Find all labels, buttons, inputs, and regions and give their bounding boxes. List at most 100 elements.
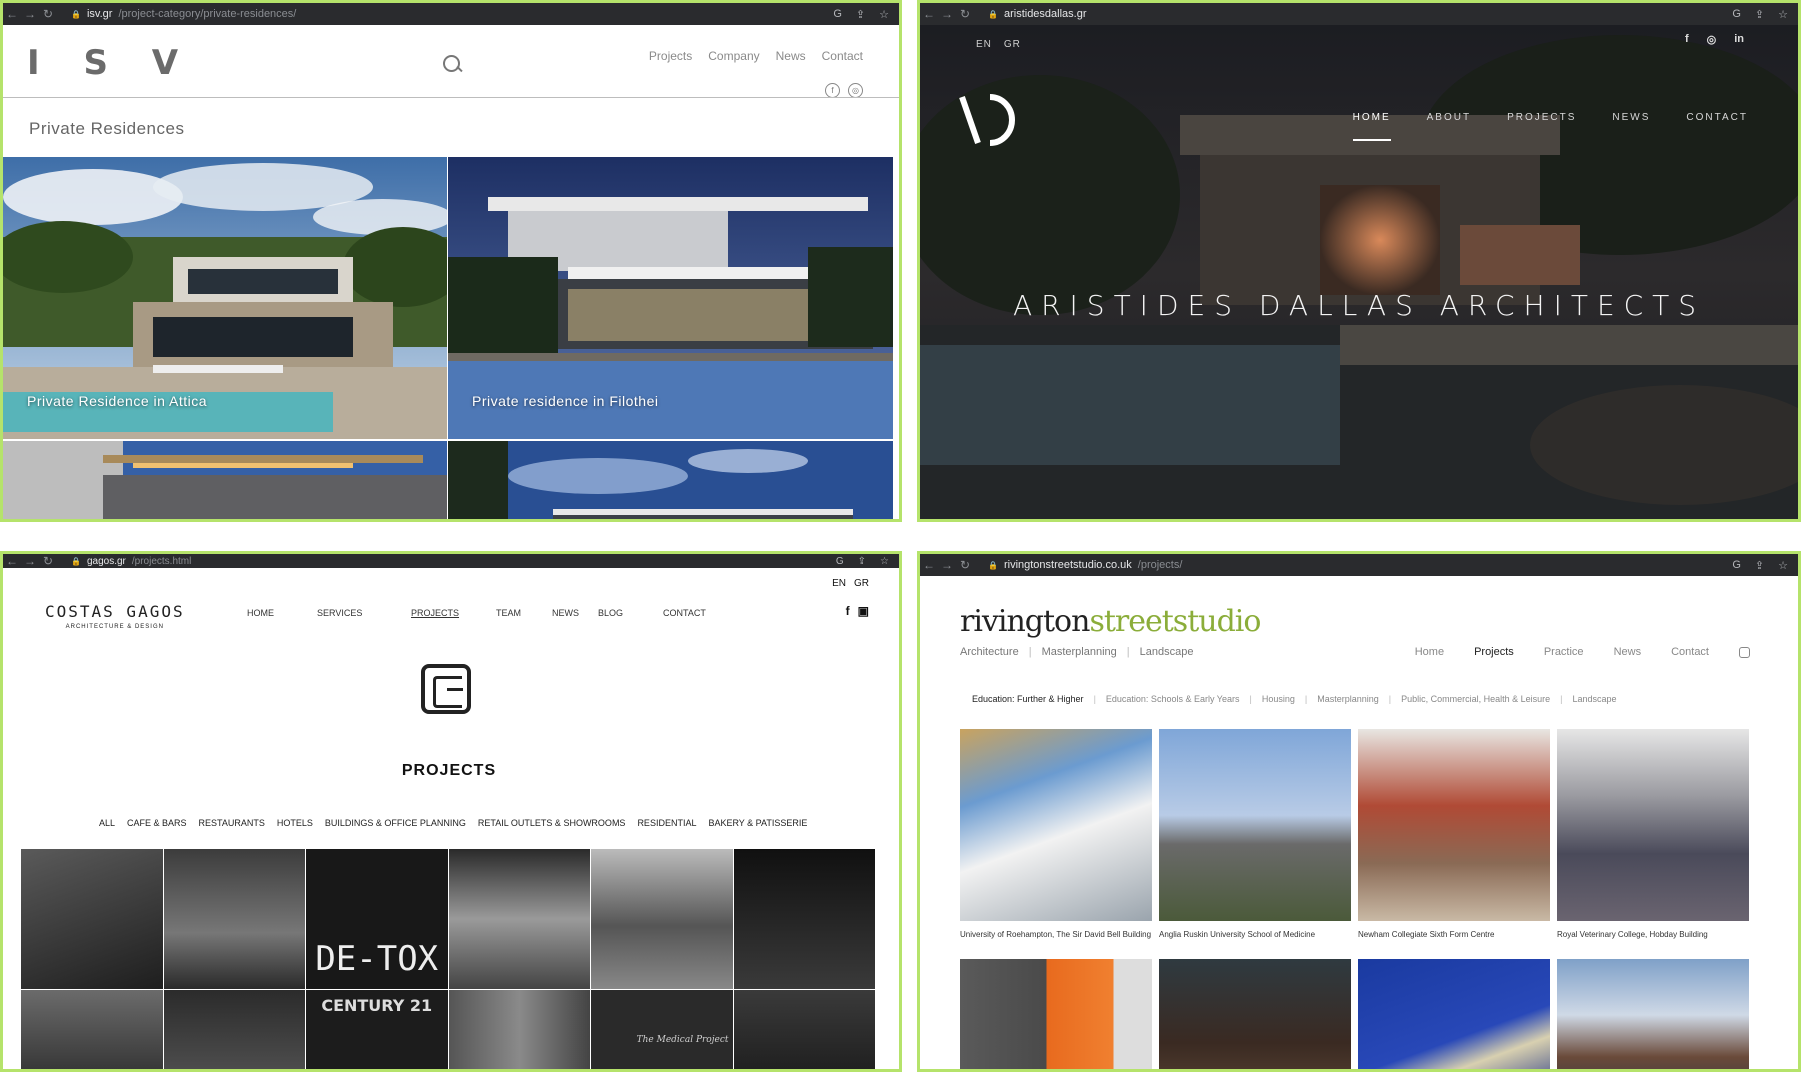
facebook-icon[interactable]: f <box>1685 33 1689 46</box>
nav-projects[interactable]: Projects <box>1474 646 1514 658</box>
project-tile[interactable] <box>21 849 163 989</box>
share-icon[interactable]: ⇪ <box>858 556 866 567</box>
project-card[interactable] <box>1557 959 1749 1069</box>
project-tile[interactable] <box>163 849 305 989</box>
project-tile[interactable] <box>163 990 305 1069</box>
reload-icon[interactable]: ↻ <box>39 554 57 568</box>
nav-services[interactable]: SERVICES <box>317 608 411 618</box>
filter-all[interactable]: ALL <box>99 818 115 828</box>
nav-contact[interactable]: CONTACT <box>1686 112 1748 123</box>
back-icon[interactable]: ← <box>920 558 938 572</box>
share-icon[interactable]: ⇪ <box>1755 559 1764 572</box>
project-card[interactable]: Royal Veterinary College, Hobday Buildin… <box>1557 729 1749 959</box>
google-icon[interactable]: G <box>833 8 842 21</box>
project-card[interactable] <box>1358 959 1550 1069</box>
bookmark-star-icon[interactable]: ☆ <box>1778 8 1788 21</box>
lang-gr[interactable]: GR <box>1004 39 1021 50</box>
project-card[interactable] <box>960 959 1152 1069</box>
nav-practice[interactable]: Practice <box>1544 646 1584 658</box>
site-logo[interactable]: COSTAS GAGOS ARCHITECTURE & DESIGN <box>45 602 185 630</box>
nav-home[interactable]: Home <box>1415 646 1444 658</box>
project-card[interactable]: Anglia Ruskin University School of Medic… <box>1159 729 1351 959</box>
sub-masterplanning[interactable]: Masterplanning <box>1042 646 1117 658</box>
facebook-icon[interactable]: f <box>825 83 840 98</box>
filter-bakery[interactable]: BAKERY & PATISSERIE <box>708 818 807 828</box>
nav-home[interactable]: HOME <box>247 608 317 618</box>
project-tile[interactable]: DE-TOX <box>306 849 448 989</box>
site-logo[interactable]: I S V <box>27 43 194 83</box>
facebook-icon[interactable]: f <box>846 604 850 618</box>
site-logo[interactable]: rivingtonstreetstudio <box>960 604 1261 639</box>
nav-about[interactable]: ABOUT <box>1427 112 1471 123</box>
lang-en[interactable]: EN <box>976 39 992 50</box>
project-tile[interactable]: CENTURY 21 <box>306 990 448 1069</box>
sub-landscape[interactable]: Landscape <box>1140 646 1194 658</box>
forward-icon[interactable]: → <box>21 7 39 21</box>
project-tile[interactable] <box>733 849 875 989</box>
project-tile[interactable] <box>733 990 875 1069</box>
sub-architecture[interactable]: Architecture <box>960 646 1019 658</box>
nav-projects[interactable]: PROJECTS <box>1507 112 1576 123</box>
reload-icon[interactable]: ↻ <box>956 7 974 21</box>
bookmark-star-icon[interactable]: ☆ <box>1778 559 1788 572</box>
search-icon[interactable] <box>443 55 460 72</box>
filter-buildings-office[interactable]: BUILDINGS & OFFICE PLANNING <box>325 818 466 828</box>
project-tile[interactable] <box>448 849 590 989</box>
google-icon[interactable]: G <box>836 556 844 567</box>
project-tile-attica[interactable]: Private Residence in Attica <box>3 157 447 439</box>
share-icon[interactable]: ⇪ <box>1755 8 1764 21</box>
filter-cafe-bars[interactable]: CAFE & BARS <box>127 818 187 828</box>
project-tile-3[interactable] <box>3 441 447 519</box>
bookmark-star-icon[interactable]: ☆ <box>880 556 889 567</box>
cat-education-further[interactable]: Education: Further & Higher <box>972 694 1084 704</box>
project-tile-filothei[interactable]: Private residence in Filothei <box>448 157 893 439</box>
forward-icon[interactable]: → <box>938 7 956 21</box>
share-icon[interactable]: ⇪ <box>856 8 865 21</box>
linkedin-icon[interactable]: in <box>1734 33 1744 46</box>
url-bar[interactable]: 🔒 aristidesdallas.gr <box>988 8 1732 20</box>
url-bar[interactable]: 🔒 rivingtonstreetstudio.co.uk/projects/ <box>988 559 1732 571</box>
reload-icon[interactable]: ↻ <box>39 7 57 21</box>
nav-company[interactable]: Company <box>708 49 759 63</box>
nav-projects[interactable]: PROJECTS <box>411 608 496 618</box>
project-tile[interactable] <box>591 849 733 989</box>
lang-gr[interactable]: GR <box>854 578 869 589</box>
google-icon[interactable]: G <box>1732 8 1741 21</box>
nav-projects[interactable]: Projects <box>649 49 692 63</box>
nav-news[interactable]: News <box>776 49 806 63</box>
project-card[interactable]: Newham Collegiate Sixth Form Centre <box>1358 729 1550 959</box>
filter-restaurants[interactable]: RESTAURANTS <box>199 818 265 828</box>
project-tile[interactable] <box>21 990 163 1069</box>
nav-news[interactable]: NEWS <box>552 608 598 618</box>
nav-contact[interactable]: Contact <box>822 49 863 63</box>
nav-home[interactable]: HOME <box>1352 112 1391 141</box>
cat-public-commercial[interactable]: Public, Commercial, Health & Leisure <box>1401 694 1550 704</box>
cat-landscape[interactable]: Landscape <box>1573 694 1617 704</box>
project-tile-4[interactable] <box>448 441 893 519</box>
instagram-icon[interactable]: ◎ <box>848 83 863 98</box>
project-tile[interactable] <box>448 990 590 1069</box>
cat-housing[interactable]: Housing <box>1262 694 1295 704</box>
nav-team[interactable]: TEAM <box>496 608 552 618</box>
forward-icon[interactable]: → <box>938 558 956 572</box>
bookmark-star-icon[interactable]: ☆ <box>879 8 889 21</box>
nav-contact[interactable]: CONTACT <box>663 608 706 618</box>
project-card[interactable]: University of Roehampton, The Sir David … <box>960 729 1152 959</box>
nav-news[interactable]: NEWS <box>1612 112 1650 123</box>
nav-blog[interactable]: BLOG <box>598 608 663 618</box>
back-icon[interactable]: ← <box>920 7 938 21</box>
instagram-icon[interactable]: ◎ <box>1707 33 1717 46</box>
reload-icon[interactable]: ↻ <box>956 558 974 572</box>
nav-news[interactable]: News <box>1614 646 1642 658</box>
cat-masterplanning[interactable]: Masterplanning <box>1317 694 1379 704</box>
lang-en[interactable]: EN <box>832 578 846 589</box>
url-bar[interactable]: 🔒 gagos.gr/projects.html <box>71 556 836 567</box>
filter-residential[interactable]: RESIDENTIAL <box>637 818 696 828</box>
cat-education-schools[interactable]: Education: Schools & Early Years <box>1106 694 1240 704</box>
project-tile[interactable]: The Medical Project <box>591 990 733 1069</box>
instagram-icon[interactable]: ▣ <box>858 604 869 618</box>
filter-hotels[interactable]: HOTELS <box>277 818 313 828</box>
forward-icon[interactable]: → <box>21 554 39 568</box>
site-logo[interactable] <box>954 91 1024 151</box>
back-icon[interactable]: ← <box>3 554 21 568</box>
